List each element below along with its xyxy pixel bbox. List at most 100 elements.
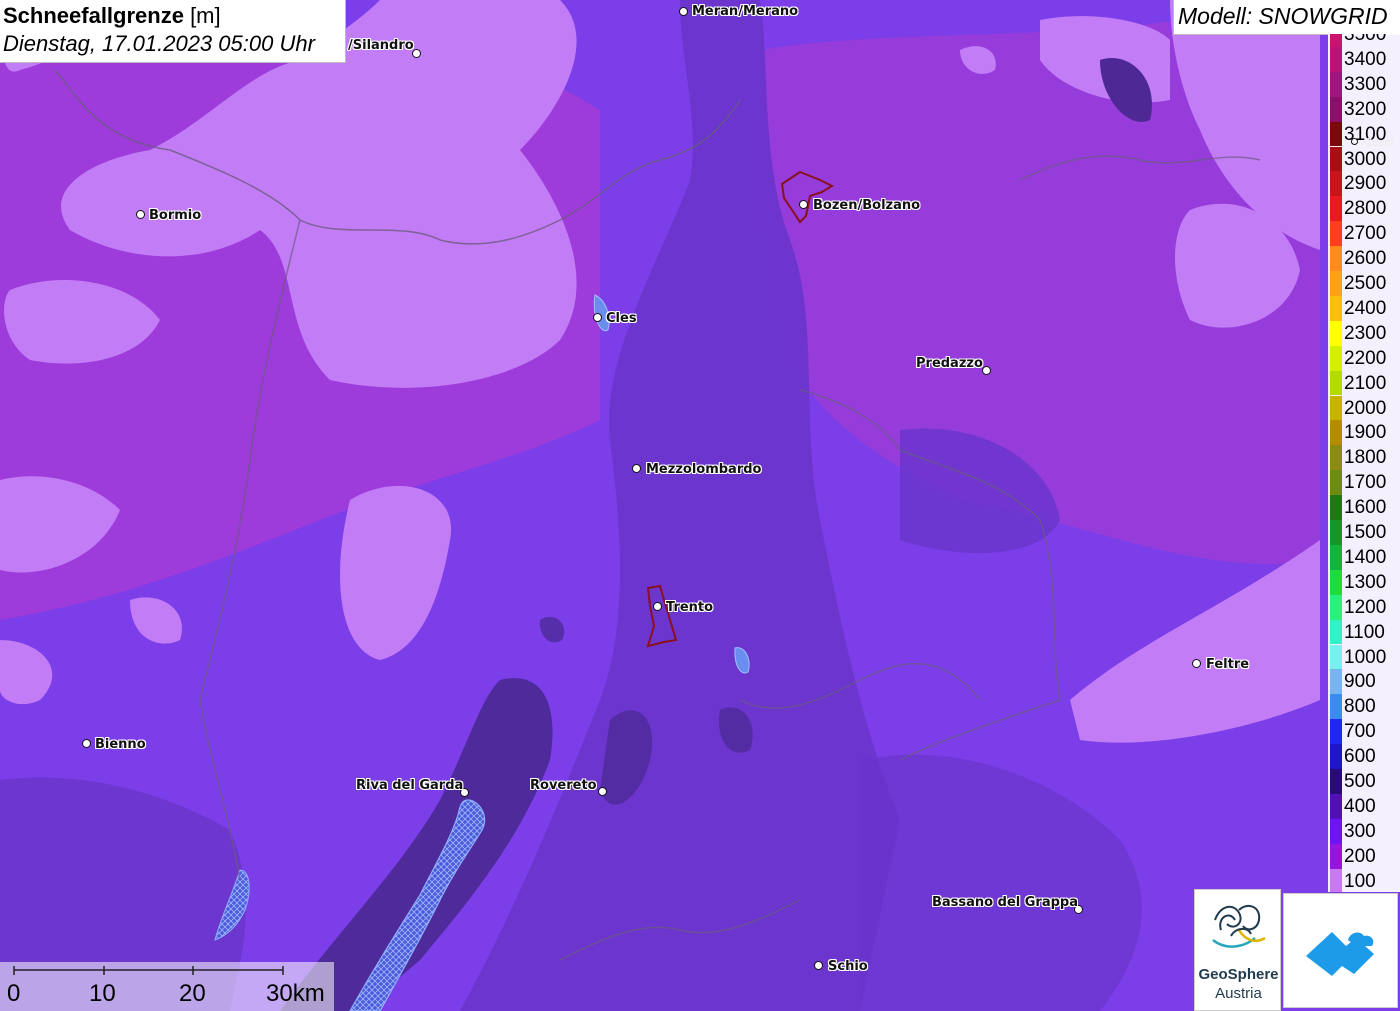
legend-row-200: 200 [1328,843,1400,869]
legend-row-2800: 2800 [1328,196,1400,222]
city-label-meran: Meran/Merano [692,4,799,19]
city-label-bienno: Bienno [95,737,146,752]
city-marker-rovereto [598,787,607,796]
legend-row-3000: 3000 [1328,146,1400,172]
legend-label: 2100 [1344,372,1387,394]
legend-label: 3000 [1344,148,1387,170]
scale-bar: 0 10 20 30km [0,962,334,1011]
legend-row-3500: 3500 [1328,34,1400,47]
app-logo[interactable] [1283,893,1398,1008]
geosphere-emblem-icon [1212,904,1266,948]
legend-row-2400: 2400 [1328,295,1400,321]
legend-row-3200: 3200 [1328,96,1400,122]
legend-label: 3500 [1344,34,1387,45]
legend-row-1100: 1100 [1328,619,1400,645]
city-marker-bozen [799,200,808,209]
legend-swatch [1330,146,1342,172]
legend-label: 2500 [1344,273,1387,294]
city-label-riva: Riva del Garda [356,778,464,793]
legend-label: 500 [1344,771,1376,792]
city-marker-cles [593,313,602,322]
legend-label: 3200 [1344,98,1387,120]
city-marker-predazzo [982,366,991,375]
legend-label: 2300 [1344,322,1387,344]
legend-label: 1700 [1344,472,1387,494]
legend-row-1500: 1500 [1328,520,1400,545]
legend-swatch [1330,694,1342,720]
legend-row-1200: 1200 [1328,594,1400,620]
legend-swatch [1330,769,1342,794]
legend-swatch [1330,395,1342,421]
city-marker-bienno [82,739,91,748]
map-title-box: Schneefallgrenze [m] Dienstag, 17.01.202… [0,0,346,63]
city-marker-mezzolombardo [632,464,641,473]
legend-row-2300: 2300 [1328,320,1400,346]
legend-row-2100: 2100 [1328,370,1400,396]
legend-swatch [1330,370,1342,396]
legend-row-1400: 1400 [1328,544,1400,570]
legend-swatch [1330,868,1342,892]
legend-row-400: 400 [1328,793,1400,819]
city-label-rovereto: Rovereto [530,778,597,793]
city-marker-bormio [136,210,145,219]
city-label-trento: Trento [666,600,714,615]
legend-swatch [1330,569,1342,595]
legend-row-1900: 1900 [1328,420,1400,446]
city-marker-feltre [1192,659,1201,668]
legend-label: 2200 [1344,347,1387,369]
legend-label: 2000 [1344,397,1387,419]
map-title-bold: Schneefallgrenze [3,3,184,28]
city-label-feltre: Feltre [1206,657,1250,672]
model-label: Modell: SNOWGRID [1173,0,1400,35]
legend-label: 700 [1344,721,1376,743]
legend-swatch [1330,520,1342,545]
legend-label: 800 [1344,696,1376,718]
legend-label: 900 [1344,671,1376,693]
color-legend: 3500 3400 3300 3200 3100 3000 2900 2800 2700 2600… [1328,34,1400,892]
legend-row-1800: 1800 [1328,445,1400,471]
map-title-unit: [m] [183,3,221,28]
legend-label: 1900 [1344,422,1387,444]
legend-swatch [1330,669,1342,695]
legend-row-2500: 2500 [1328,271,1400,296]
legend-swatch [1330,619,1342,645]
scale-label-20: 20 [179,980,206,1007]
legend-swatch [1330,246,1342,271]
legend-row-3400: 3400 [1328,46,1400,72]
city-label-mezzolombardo: Mezzolombardo [646,462,762,477]
legend-swatch [1330,793,1342,819]
legend-swatch [1330,295,1342,321]
map-title: Schneefallgrenze [m] [3,2,345,30]
legend-label: 2400 [1344,297,1387,319]
legend-swatch [1330,420,1342,446]
legend-label: 3300 [1344,73,1387,95]
city-label-schio: Schio [828,959,868,974]
legend-row-700: 700 [1328,719,1400,745]
legend-label: 1500 [1344,522,1387,543]
legend-label: 2700 [1344,223,1387,245]
legend-label: 1000 [1344,646,1387,668]
city-label-cles: Cles [606,311,637,326]
legend-row-3300: 3300 [1328,71,1400,97]
legend-row-500: 500 [1328,769,1400,794]
legend-swatch [1330,818,1342,844]
legend-label: 400 [1344,795,1376,817]
legend-swatch [1330,594,1342,620]
legend-swatch [1330,221,1342,247]
legend-swatch [1330,34,1342,47]
city-label-predazzo: Predazzo [916,356,983,371]
geosphere-austria-logo[interactable]: GeoSphere Austria [1194,889,1281,1011]
scale-label-0: 0 [7,980,21,1007]
legend-swatch [1330,96,1342,122]
geosphere-country: Austria [1215,985,1262,1002]
mountain-cloud-icon [1306,932,1374,976]
legend-row-2200: 2200 [1328,345,1400,371]
legend-row-600: 600 [1328,744,1400,769]
legend-row-2600: 2600 [1328,246,1400,271]
legend-label: 2800 [1344,198,1387,220]
legend-swatch [1330,345,1342,371]
legend-label: 100 [1344,870,1376,892]
legend-row-900: 900 [1328,669,1400,695]
legend-label: 1600 [1344,497,1387,519]
legend-row-100: 100 [1328,868,1400,892]
